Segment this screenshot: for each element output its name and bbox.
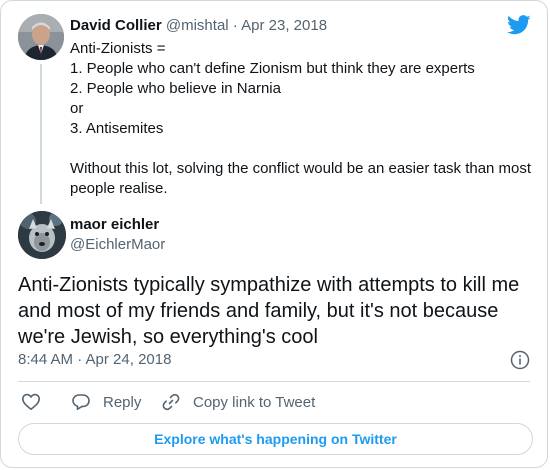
thread-connector-line (40, 64, 42, 204)
heart-icon (22, 393, 40, 410)
parent-tweet-text: Anti-Zionists = 1. People who can't defi… (70, 39, 540, 199)
parent-author-handle[interactable]: @mishtal (166, 17, 229, 34)
parent-tweet-header: David Collier @mishtal · Apr 23, 2018 (70, 16, 327, 36)
main-tweet-line: we're Jewish, so everything's cool (18, 326, 318, 348)
copy-link-label: Copy link to Tweet (193, 393, 316, 411)
parent-tweet-line: Without this lot, solving the conflict w… (70, 160, 532, 177)
reply-label: Reply (103, 393, 142, 411)
parent-tweet-line: or (70, 100, 84, 117)
actions-divider (18, 381, 530, 382)
speech-bubble-icon (72, 394, 90, 410)
parent-tweet-line: people realise. (70, 180, 168, 197)
explore-twitter-button[interactable]: Explore what's happening on Twitter (18, 423, 533, 455)
main-author-avatar[interactable] (18, 211, 66, 259)
main-author-name[interactable]: maor eichler (70, 215, 159, 235)
meta-separator: · (228, 17, 242, 34)
reply-button[interactable]: Reply (71, 391, 141, 413)
parent-tweet-line: 2. People who believe in Narnia (70, 80, 281, 97)
copy-link-button[interactable]: Copy link to Tweet (161, 391, 315, 413)
parent-tweet-line: Anti-Zionists = (70, 40, 166, 57)
main-author-handle[interactable]: @EichlerMaor (70, 235, 165, 255)
parent-tweet-date[interactable]: Apr 23, 2018 (241, 17, 327, 34)
info-icon[interactable] (510, 350, 530, 370)
tweet-timestamp[interactable]: 8:44 AM · Apr 24, 2018 (18, 350, 171, 370)
embedded-tweet-card: David Collier @mishtal · Apr 23, 2018 An… (0, 0, 548, 468)
main-tweet-line: Anti-Zionists typically sympathize with … (18, 274, 520, 296)
like-button[interactable] (21, 391, 41, 413)
main-tweet-text: Anti-Zionists typically sympathize with … (18, 272, 538, 350)
parent-tweet-line: 1. People who can't define Zionism but t… (70, 60, 475, 77)
main-tweet-line: and most of my friends and family, but i… (18, 300, 499, 322)
parent-tweet-line: 3. Antisemites (70, 120, 164, 137)
twitter-bird-icon[interactable] (507, 15, 531, 35)
parent-author-name[interactable]: David Collier (70, 17, 162, 34)
parent-author-avatar[interactable] (18, 14, 64, 60)
link-icon (162, 393, 180, 411)
